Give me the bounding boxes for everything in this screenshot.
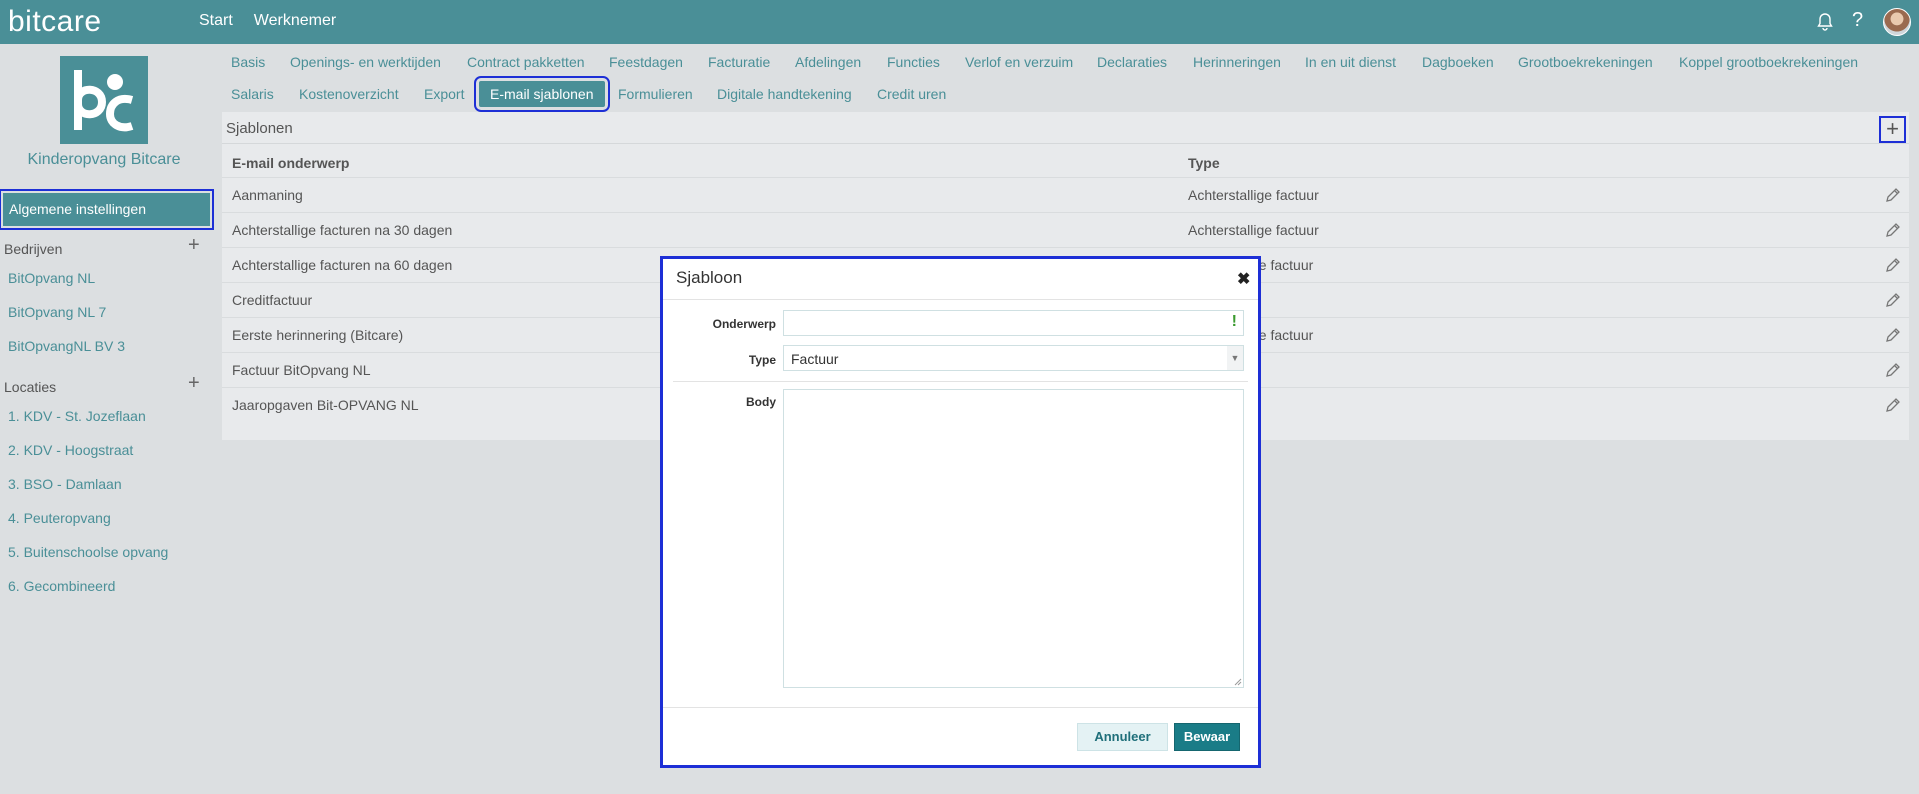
- pencil-icon[interactable]: [1884, 326, 1902, 344]
- template-dialog: Sjabloon ✖ Onderwerp ! Type Factuur ▼ Bo…: [660, 256, 1261, 768]
- cell-type: Achterstallige factuur: [1188, 187, 1319, 203]
- tab-dagboeken[interactable]: Dagboeken: [1422, 54, 1494, 70]
- section-bedrijven-label: Bedrijven: [4, 241, 63, 257]
- tab-email-sjablonen[interactable]: E-mail sjablonen: [474, 76, 610, 112]
- topnav-werknemer[interactable]: Werknemer: [254, 12, 336, 30]
- required-icon: !: [1231, 313, 1237, 330]
- sidebar-item-bedrijf[interactable]: BitOpvangNL BV 3: [8, 338, 125, 354]
- sidebar-item-bedrijf[interactable]: BitOpvang NL: [8, 270, 95, 286]
- company-name: Kinderopvang Bitcare: [27, 151, 181, 168]
- type-select[interactable]: Factuur ▼: [783, 345, 1244, 371]
- top-nav: Start Werknemer: [199, 12, 336, 30]
- tab-digitale-handtekening[interactable]: Digitale handtekening: [717, 86, 852, 102]
- pencil-icon[interactable]: [1884, 396, 1902, 414]
- column-header-subject: E-mail onderwerp: [232, 155, 350, 171]
- type-selected-value: Factuur: [791, 351, 839, 367]
- table-row[interactable]: Achterstallige facturen na 30 dagen Acht…: [222, 212, 1909, 247]
- subject-input[interactable]: !: [783, 310, 1244, 336]
- tab-declaraties[interactable]: Declaraties: [1097, 54, 1167, 70]
- divider: [663, 707, 1258, 708]
- top-bar: bitcare Start Werknemer ?: [0, 0, 1919, 44]
- cell-subject: Achterstallige facturen na 30 dagen: [232, 222, 453, 238]
- cell-subject: Jaaropgaven Bit-OPVANG NL: [232, 397, 419, 413]
- body-textarea[interactable]: [783, 389, 1244, 688]
- tab-herinneringen[interactable]: Herinneringen: [1193, 54, 1281, 70]
- column-header-type: Type: [1188, 155, 1220, 171]
- help-icon[interactable]: ?: [1852, 9, 1863, 32]
- tab-contract-pakketten[interactable]: Contract pakketten: [467, 54, 585, 70]
- cell-subject: Eerste herinnering (Bitcare): [232, 327, 404, 343]
- resize-handle-icon[interactable]: [1234, 678, 1242, 686]
- cell-subject: Creditfactuur: [232, 292, 313, 308]
- sidebar-item-bedrijf[interactable]: BitOpvang NL 7: [8, 304, 106, 320]
- tab-functies[interactable]: Functies: [887, 54, 940, 70]
- avatar[interactable]: [1883, 8, 1911, 36]
- dialog-title: Sjabloon: [676, 268, 743, 287]
- tab-facturatie[interactable]: Facturatie: [708, 54, 770, 70]
- tab-salaris[interactable]: Salaris: [231, 86, 274, 102]
- sidebar-item-locatie[interactable]: 3. BSO - Damlaan: [8, 476, 122, 492]
- cell-subject: Factuur BitOpvang NL: [232, 362, 371, 378]
- cell-subject: Achterstallige facturen na 60 dagen: [232, 257, 453, 273]
- pencil-icon[interactable]: [1884, 361, 1902, 379]
- save-button[interactable]: Bewaar: [1174, 723, 1240, 751]
- pencil-icon[interactable]: [1884, 221, 1902, 239]
- cell-subject: Aanmaning: [232, 187, 303, 203]
- pencil-icon[interactable]: [1884, 186, 1902, 204]
- panel-header: Sjablonen +: [222, 112, 1909, 144]
- tab-basis[interactable]: Basis: [231, 54, 265, 70]
- tab-grootboekrekeningen[interactable]: Grootboekrekeningen: [1518, 54, 1653, 70]
- tab-formulieren[interactable]: Formulieren: [618, 86, 693, 102]
- tab-in-uit-dienst[interactable]: In en uit dienst: [1305, 54, 1396, 70]
- add-bedrijf-icon[interactable]: +: [188, 235, 200, 255]
- tab-openingstijden[interactable]: Openings- en werktijden: [290, 54, 441, 70]
- tab-verlof[interactable]: Verlof en verzuim: [965, 54, 1073, 70]
- divider: [663, 299, 1258, 300]
- table-row[interactable]: Aanmaning Achterstallige factuur: [222, 177, 1909, 212]
- sidebar-item-locatie[interactable]: 1. KDV - St. Jozeflaan: [8, 408, 146, 424]
- company-logo: [60, 56, 148, 144]
- sidebar-item-locatie[interactable]: 6. Gecombineerd: [8, 578, 115, 594]
- add-template-button[interactable]: +: [1879, 116, 1906, 143]
- tab-afdelingen[interactable]: Afdelingen: [795, 54, 861, 70]
- panel-title: Sjablonen: [226, 120, 293, 137]
- type-label: Type: [748, 353, 776, 367]
- body-label: Body: [746, 395, 776, 409]
- topnav-start[interactable]: Start: [199, 12, 233, 30]
- sidebar-item-algemene-instellingen[interactable]: Algemene instellingen: [0, 189, 214, 230]
- sidebar-item-locatie[interactable]: 2. KDV - Hoogstraat: [8, 442, 133, 458]
- sidebar-item-locatie[interactable]: 5. Buitenschoolse opvang: [8, 544, 168, 560]
- app-logo[interactable]: bitcare: [8, 5, 102, 39]
- tab-credit-uren[interactable]: Credit uren: [877, 86, 946, 102]
- close-icon[interactable]: ✖: [1237, 269, 1250, 289]
- pencil-icon[interactable]: [1884, 291, 1902, 309]
- tab-export[interactable]: Export: [424, 86, 464, 102]
- sidebar: Kinderopvang Bitcare Algemene instelling…: [0, 44, 214, 794]
- cell-type: Achterstallige factuur: [1188, 222, 1319, 238]
- add-locatie-icon[interactable]: +: [188, 373, 200, 393]
- tab-feestdagen[interactable]: Feestdagen: [609, 54, 683, 70]
- bell-icon[interactable]: [1815, 12, 1835, 32]
- section-locaties-label: Locaties: [4, 379, 57, 395]
- divider: [673, 381, 1248, 382]
- pencil-icon[interactable]: [1884, 256, 1902, 274]
- tab-koppel-grootboekrekeningen[interactable]: Koppel grootboekrekeningen: [1679, 54, 1858, 70]
- subject-label: Onderwerp: [712, 317, 776, 331]
- cancel-button[interactable]: Annuleer: [1077, 723, 1168, 751]
- chevron-down-icon[interactable]: ▼: [1227, 346, 1243, 370]
- sidebar-item-locatie[interactable]: 4. Peuteropvang: [8, 510, 111, 526]
- tab-kostenoverzicht[interactable]: Kostenoverzicht: [299, 86, 399, 102]
